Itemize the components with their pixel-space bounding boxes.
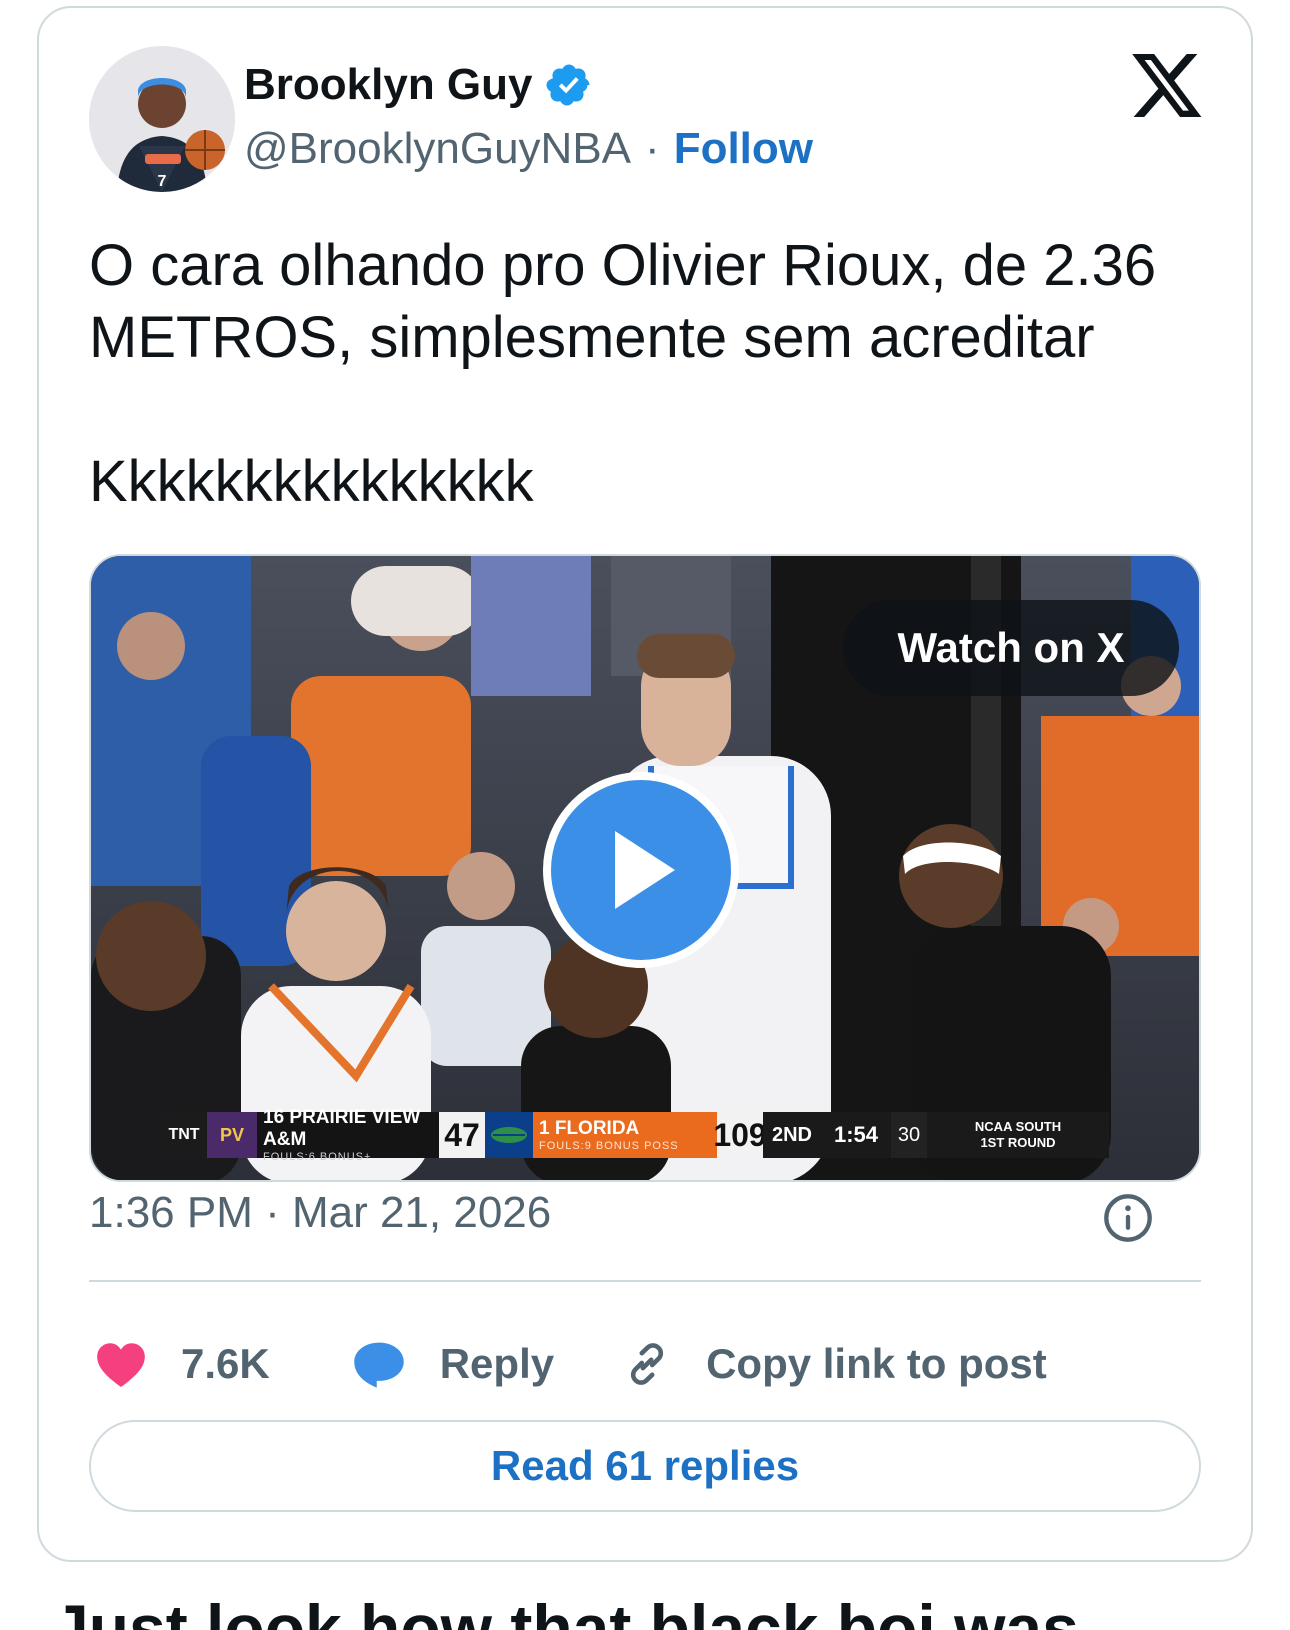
- handle-row: @BrooklynGuyNBA · Follow: [244, 124, 813, 174]
- team1-name: 16 PRAIRIE VIEW A&M: [263, 1107, 421, 1150]
- like-count: 7.6K: [181, 1340, 270, 1387]
- team1-logo: PV: [207, 1112, 257, 1158]
- action-bar: 7.6K Reply Copy link to post: [95, 1334, 1047, 1394]
- network-logo: TNT: [161, 1112, 207, 1158]
- reply-button[interactable]: Reply: [352, 1339, 554, 1389]
- game-period: 2ND: [763, 1112, 821, 1158]
- team1-fouls: FOULS:6 BONUS+: [263, 1151, 372, 1163]
- scorebug: TNT PV 16 PRAIRIE VIEW A&M FOULS:6 BONUS…: [161, 1107, 1109, 1163]
- author-handle[interactable]: @BrooklynGuyNBA: [244, 124, 631, 174]
- x-logo-icon[interactable]: [1132, 54, 1204, 120]
- video-media[interactable]: Watch on X TNT PV 16 PRAIRIE VIEW A&M FO…: [89, 554, 1201, 1182]
- verified-badge-icon: [545, 61, 593, 109]
- game-clock: 1:54: [821, 1112, 891, 1158]
- info-icon[interactable]: [1102, 1192, 1154, 1244]
- reply-label: Reply: [439, 1340, 555, 1387]
- round-line-2: 1ST ROUND: [980, 1135, 1056, 1150]
- team2-name: 1 FLORIDA: [539, 1118, 640, 1139]
- display-name[interactable]: Brooklyn Guy: [244, 60, 533, 110]
- tournament-round: NCAA SOUTH 1ST ROUND: [927, 1112, 1109, 1158]
- like-button[interactable]: 7.6K: [95, 1340, 270, 1388]
- svg-text:7: 7: [158, 173, 167, 190]
- avatar[interactable]: 7: [89, 46, 235, 192]
- link-icon: [631, 1343, 664, 1385]
- watch-on-x-button[interactable]: Watch on X: [843, 600, 1179, 696]
- post-timestamp[interactable]: 1:36 PM · Mar 21, 2026: [89, 1188, 551, 1238]
- reply-bubble-icon: [353, 1342, 404, 1388]
- tweet-text: O cara olhando pro Olivier Rioux, de 2.3…: [89, 233, 1157, 514]
- team2-logo-icon: [485, 1112, 533, 1158]
- heart-icon: [97, 1343, 145, 1387]
- team1-info: 16 PRAIRIE VIEW A&M FOULS:6 BONUS+: [257, 1107, 439, 1163]
- article-heading-partial: Just look how that black boi was: [52, 1591, 1079, 1630]
- play-button[interactable]: [543, 772, 739, 968]
- follow-link[interactable]: Follow: [674, 124, 813, 174]
- team2-fouls: FOULS:9 BONUS POSS: [539, 1140, 679, 1152]
- copy-link-button[interactable]: Copy link to post: [622, 1339, 1047, 1389]
- round-line-1: NCAA SOUTH: [974, 1119, 1062, 1134]
- divider: [89, 1280, 1201, 1282]
- shot-clock: 30: [891, 1112, 927, 1158]
- team1-score: 47: [439, 1112, 485, 1158]
- read-replies-button[interactable]: Read 61 replies: [89, 1420, 1201, 1512]
- team2-score: 109: [713, 1112, 767, 1158]
- separator-dot: ·: [645, 124, 660, 173]
- play-icon: [615, 831, 675, 909]
- embedded-post-card: 7 Brooklyn Guy @BrooklynGuyNBA · Follow …: [37, 6, 1253, 1562]
- author-name-row: Brooklyn Guy: [244, 60, 593, 110]
- team2-info: 1 FLORIDA FOULS:9 BONUS POSS: [533, 1112, 717, 1158]
- copy-link-label: Copy link to post: [706, 1340, 1047, 1387]
